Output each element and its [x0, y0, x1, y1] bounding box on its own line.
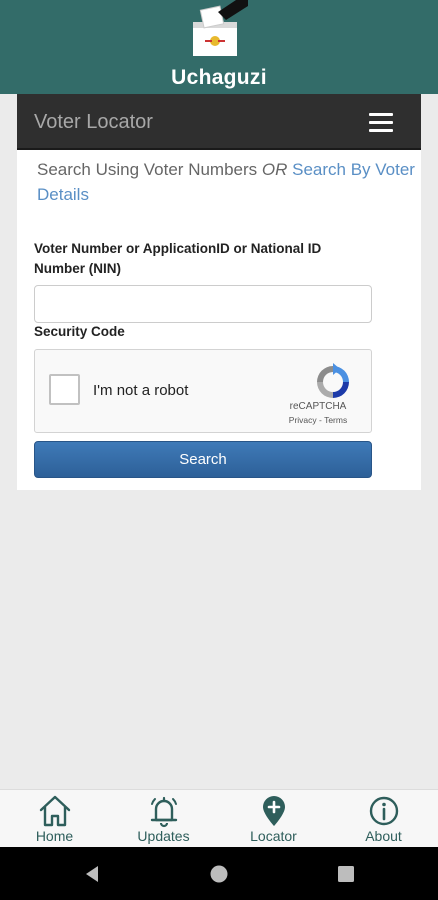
nav-label-updates: Updates	[137, 828, 190, 844]
app-header: Uchaguzi	[0, 0, 438, 94]
nav-label-locator: Locator	[250, 828, 297, 844]
bottom-nav: Home Updates Locator About	[0, 789, 438, 847]
home-circle-icon[interactable]	[209, 864, 229, 884]
recaptcha-widget: I'm not a robot reCAPTCHA Privacy - Term…	[34, 349, 372, 433]
bell-icon	[150, 796, 178, 828]
nav-item-locator[interactable]: Locator	[219, 790, 328, 848]
recaptcha-terms-link[interactable]: Terms	[324, 415, 347, 425]
nav-label-about: About	[365, 828, 402, 844]
info-icon	[369, 796, 399, 826]
search-mode-prefix: Search Using Voter Numbers	[37, 160, 262, 179]
recents-icon[interactable]	[336, 864, 356, 884]
nav-item-updates[interactable]: Updates	[109, 790, 218, 848]
recaptcha-label: I'm not a robot	[93, 382, 189, 399]
home-icon	[39, 795, 71, 827]
search-mode-text: Search Using Voter Numbers OR Search By …	[37, 157, 421, 207]
voter-locator-card: Voter Locator Search Using Voter Numbers…	[17, 94, 421, 490]
navbar-title: Voter Locator	[34, 111, 153, 133]
ballot-box-logo-icon	[193, 0, 248, 56]
nav-label-home: Home	[35, 828, 74, 844]
location-pin-icon	[263, 796, 285, 826]
voter-number-label: Voter Number or ApplicationID or Nationa…	[34, 241, 322, 276]
nav-item-home[interactable]: Home	[0, 790, 109, 848]
back-icon[interactable]	[82, 864, 102, 884]
nav-item-about[interactable]: About	[329, 790, 438, 848]
recaptcha-brand: reCAPTCHA	[289, 401, 347, 412]
search-mode-or: OR	[261, 160, 288, 179]
hamburger-menu-icon[interactable]	[359, 109, 399, 137]
app-title: Uchaguzi	[171, 66, 267, 89]
voter-number-input[interactable]	[34, 285, 372, 323]
search-button[interactable]: Search	[34, 441, 372, 478]
recaptcha-checkbox[interactable]	[49, 374, 80, 405]
recaptcha-separator: -	[316, 415, 325, 425]
security-code-label: Security Code	[34, 324, 125, 339]
recaptcha-terms: Privacy - Terms	[279, 415, 357, 425]
navbar: Voter Locator	[17, 94, 421, 150]
recaptcha-privacy-link[interactable]: Privacy	[289, 415, 317, 425]
recaptcha-logo-icon	[317, 363, 349, 398]
system-nav-bar	[0, 847, 438, 900]
